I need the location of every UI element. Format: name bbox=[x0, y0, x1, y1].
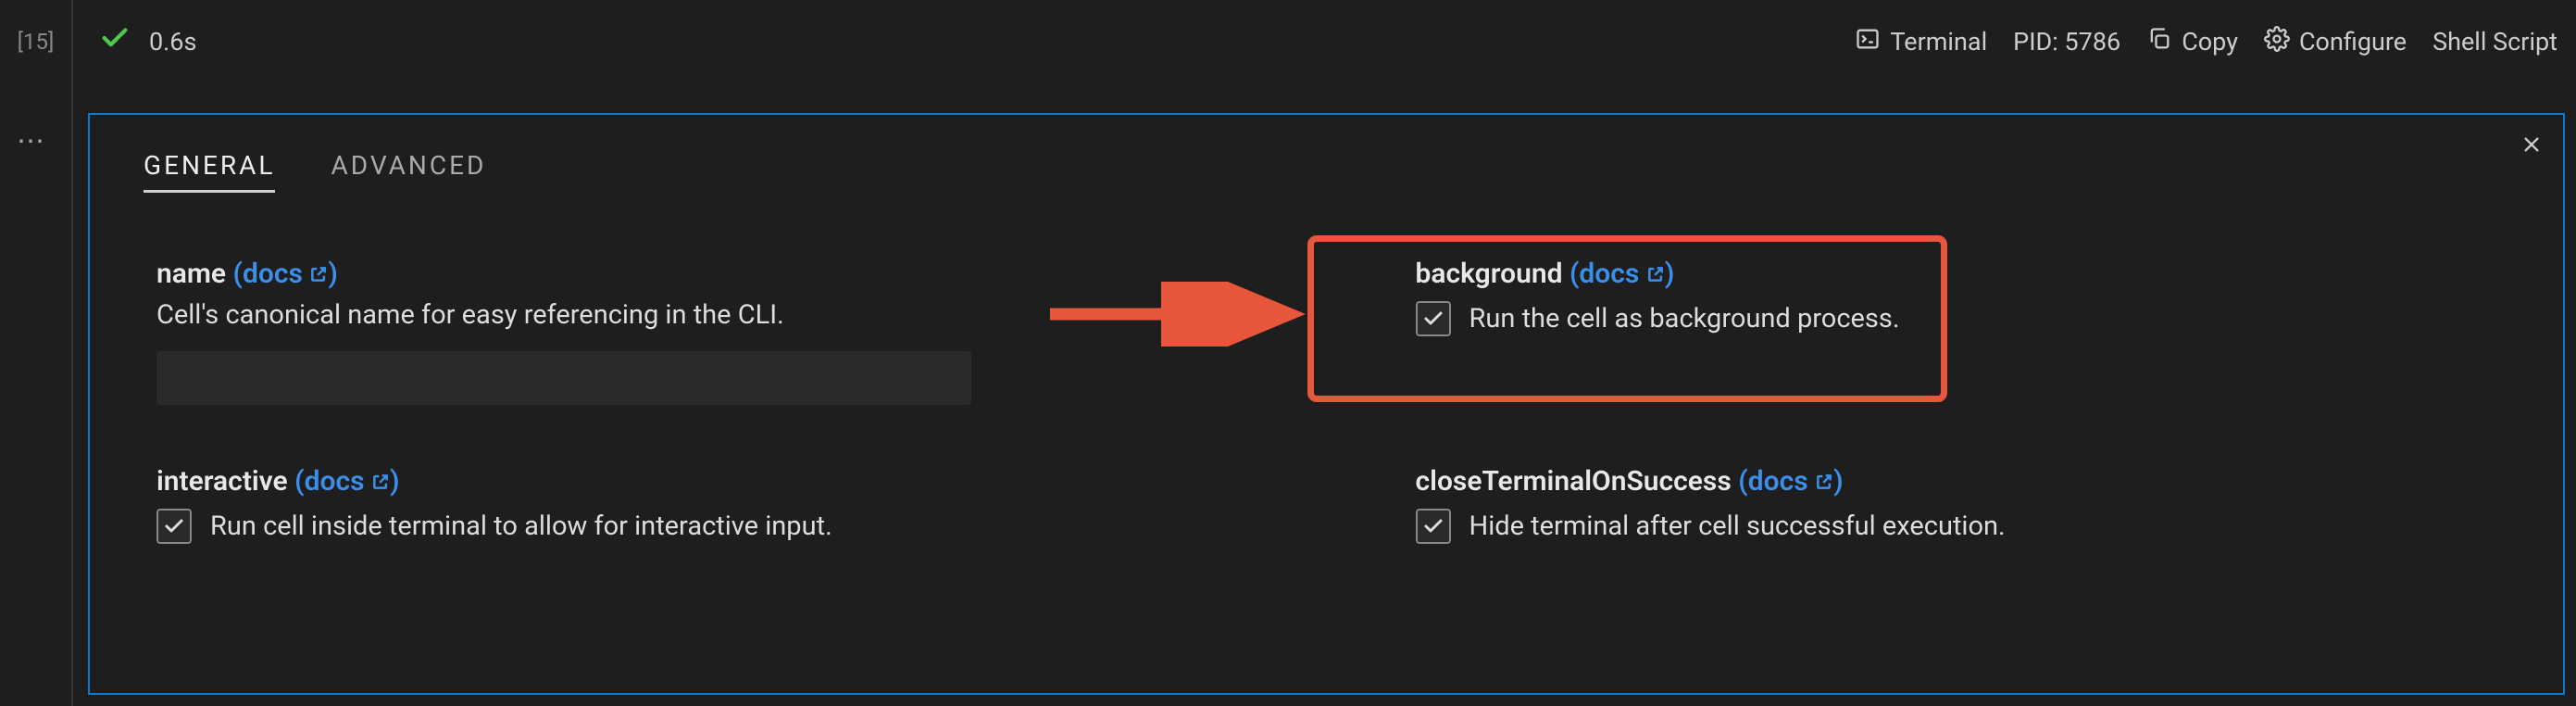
setting-background-title: background (docs ) bbox=[1416, 258, 2508, 290]
close-button[interactable] bbox=[2519, 132, 2545, 161]
copy-button[interactable]: Copy bbox=[2146, 26, 2238, 58]
interactive-checkbox[interactable] bbox=[156, 509, 192, 544]
setting-name: name (docs ) Cell's canonical name for e… bbox=[156, 258, 1249, 405]
docs-link-close-terminal[interactable]: (docs ) bbox=[1738, 465, 1843, 498]
language-label: Shell Script bbox=[2432, 27, 2557, 57]
setting-background: background (docs ) Run the cell as backg… bbox=[1416, 258, 2508, 405]
execution-time: 0.6s bbox=[149, 27, 196, 57]
language-button[interactable]: Shell Script bbox=[2432, 27, 2557, 57]
success-check-icon bbox=[99, 22, 131, 61]
docs-link-name[interactable]: (docs ) bbox=[233, 258, 338, 290]
docs-link-interactive[interactable]: (docs ) bbox=[294, 465, 399, 498]
background-checkbox[interactable] bbox=[1416, 301, 1451, 336]
interactive-checkbox-label: Run cell inside terminal to allow for in… bbox=[210, 511, 832, 542]
cell-more-icon[interactable]: ⋯ bbox=[17, 125, 46, 158]
setting-name-title: name (docs ) bbox=[156, 258, 1249, 290]
configure-button[interactable]: Configure bbox=[2264, 26, 2407, 58]
terminal-icon bbox=[1855, 26, 1881, 58]
tab-advanced[interactable]: ADVANCED bbox=[331, 150, 486, 193]
close-terminal-checkbox-row: Hide terminal after cell successful exec… bbox=[1416, 509, 2508, 544]
copy-icon bbox=[2146, 26, 2172, 58]
tab-general[interactable]: GENERAL bbox=[144, 150, 275, 193]
configure-panel: GENERAL ADVANCED name (docs ) Cell's can… bbox=[88, 113, 2565, 695]
interactive-checkbox-row: Run cell inside terminal to allow for in… bbox=[156, 509, 1249, 544]
copy-label: Copy bbox=[2182, 27, 2238, 57]
setting-close-terminal: closeTerminalOnSuccess (docs ) Hide term… bbox=[1416, 465, 2508, 544]
configure-label: Configure bbox=[2299, 27, 2407, 57]
settings-tabs: GENERAL ADVANCED bbox=[90, 115, 2563, 193]
terminal-button[interactable]: Terminal bbox=[1855, 26, 1987, 58]
background-checkbox-label: Run the cell as background process. bbox=[1469, 303, 1900, 334]
cell-index: [15] bbox=[0, 29, 71, 55]
close-terminal-checkbox[interactable] bbox=[1416, 509, 1451, 544]
gear-icon bbox=[2264, 26, 2290, 58]
toolbar-actions: Terminal PID: 5786 Copy Configure Shell … bbox=[1855, 26, 2557, 58]
close-terminal-checkbox-label: Hide terminal after cell successful exec… bbox=[1469, 511, 2006, 542]
setting-close-terminal-title: closeTerminalOnSuccess (docs ) bbox=[1416, 465, 2508, 498]
docs-link-background[interactable]: (docs ) bbox=[1569, 258, 1674, 290]
terminal-label: Terminal bbox=[1890, 27, 1987, 57]
setting-interactive: interactive (docs ) Run cell inside term… bbox=[156, 465, 1249, 544]
execution-status: 0.6s bbox=[99, 22, 196, 61]
setting-name-desc: Cell's canonical name for easy referenci… bbox=[156, 299, 1249, 331]
settings-grid: name (docs ) Cell's canonical name for e… bbox=[90, 193, 2563, 604]
cell-toolbar: [15] 0.6s Terminal PID: 5786 Copy Confi bbox=[0, 0, 2576, 83]
name-input[interactable] bbox=[156, 351, 971, 405]
background-checkbox-row: Run the cell as background process. bbox=[1416, 301, 2508, 336]
pid-label: PID: 5786 bbox=[2013, 27, 2120, 57]
gutter-divider bbox=[71, 0, 73, 706]
setting-interactive-title: interactive (docs ) bbox=[156, 465, 1249, 498]
